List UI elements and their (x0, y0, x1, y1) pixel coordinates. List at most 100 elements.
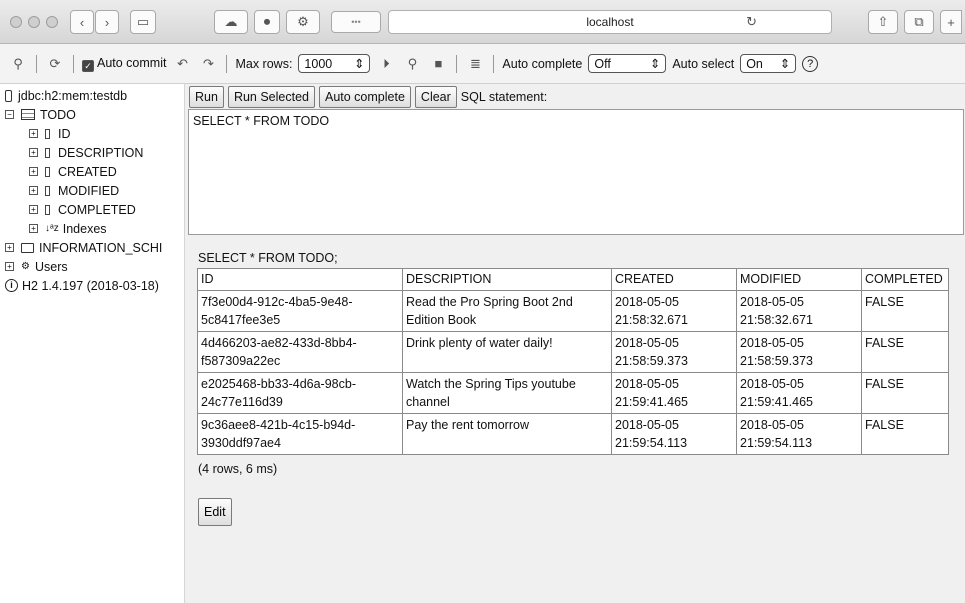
run-button[interactable]: Run (189, 86, 224, 108)
run-selected-icon[interactable]: ⚲ (402, 54, 422, 74)
sidebar-icon[interactable]: ▭ (130, 10, 156, 34)
cell-modified[interactable]: 2018-05-05 21:59:41.465 (736, 372, 862, 414)
refresh-icon[interactable]: ⟳ (45, 54, 65, 74)
collapse-icon[interactable]: − (5, 110, 14, 119)
max-rows-label: Max rows: (235, 56, 293, 71)
column-header-id[interactable]: ID (197, 268, 403, 291)
expand-icon[interactable]: + (29, 205, 38, 214)
users-icon: ⚙ (21, 261, 30, 272)
rollback-icon[interactable]: ↶ (172, 54, 192, 74)
column-icon (45, 166, 50, 177)
column-icon (45, 204, 50, 215)
forward-button[interactable]: › (95, 10, 119, 34)
stop-icon[interactable]: ■ (428, 54, 448, 74)
back-button[interactable]: ‹ (70, 10, 94, 34)
cell-completed[interactable]: FALSE (861, 413, 949, 455)
column-header-created[interactable]: CREATED (611, 268, 737, 291)
expand-icon[interactable]: + (29, 148, 38, 157)
version-label: H2 1.4.197 (2018-03-18) (22, 278, 159, 293)
more-icon[interactable]: ••• (331, 11, 381, 33)
cell-completed[interactable]: FALSE (861, 331, 949, 373)
db-url: jdbc:h2:mem:testdb (18, 88, 128, 103)
tree-table-todo[interactable]: − TODO (5, 105, 184, 124)
extension-icon[interactable]: ⚙ (286, 10, 320, 34)
minimize-window-icon[interactable] (28, 16, 40, 28)
info-icon: i (5, 279, 18, 292)
sql-editor[interactable]: SELECT * FROM TODO (188, 109, 964, 235)
toolbar-separator (493, 54, 495, 73)
table-row: 9c36aee8-421b-4c15-b94d-3930ddf97ae4 Pay… (197, 413, 949, 455)
cell-modified[interactable]: 2018-05-05 21:58:59.373 (736, 331, 862, 373)
column-header-completed[interactable]: COMPLETED (861, 268, 949, 291)
expand-icon[interactable]: + (5, 243, 14, 252)
reload-icon[interactable]: ↻ (746, 14, 757, 30)
cell-completed[interactable]: FALSE (861, 372, 949, 414)
auto-complete-select[interactable]: Off ⇕ (588, 54, 667, 73)
table-header-row: ID DESCRIPTION CREATED MODIFIED COMPLETE… (197, 268, 949, 291)
tree-column-completed[interactable]: + COMPLETED (5, 200, 184, 219)
commit-icon[interactable]: ↷ (198, 54, 218, 74)
checkbox-checked-icon[interactable]: ✓ (82, 59, 94, 72)
cell-id[interactable]: 7f3e00d4-912c-4ba5-9e48-5c8417fee3e5 (197, 290, 403, 332)
tree-indexes[interactable]: + ↓ᵃz Indexes (5, 219, 184, 238)
cell-modified[interactable]: 2018-05-05 21:58:32.671 (736, 290, 862, 332)
auto-complete-button[interactable]: Auto complete (319, 86, 411, 108)
tree-column-created[interactable]: + CREATED (5, 162, 184, 181)
tree-column-description[interactable]: + DESCRIPTION (5, 143, 184, 162)
tree-users[interactable]: + ⚙ Users (5, 257, 184, 276)
toolbar-separator (73, 54, 74, 73)
auto-commit-checkbox[interactable]: ✓ Auto commit (82, 56, 166, 72)
close-window-icon[interactable] (10, 16, 22, 28)
column-icon (45, 128, 50, 139)
disconnect-icon[interactable]: ⚲ (8, 54, 28, 74)
info-schema-label: INFORMATION_SCHI (39, 240, 163, 255)
cell-id[interactable]: e2025468-bb33-4d6a-98cb-24c77e116d39 (197, 372, 403, 414)
expand-icon[interactable]: + (29, 129, 38, 138)
run-icon[interactable]: ⏵ (376, 54, 396, 74)
cell-modified[interactable]: 2018-05-05 21:59:54.113 (736, 413, 862, 455)
address-bar[interactable]: ••• localhost ↻ (331, 10, 832, 34)
history-icon[interactable]: ≣ (465, 54, 485, 74)
tabs-icon[interactable]: ⧉ (904, 10, 934, 34)
cell-completed[interactable]: FALSE (861, 290, 949, 332)
zoom-window-icon[interactable] (46, 16, 58, 28)
cell-created[interactable]: 2018-05-05 21:59:41.465 (611, 372, 737, 414)
sort-az-icon: ↓ᵃz (45, 223, 59, 234)
edit-button[interactable]: Edit (198, 498, 232, 526)
column-name: DESCRIPTION (58, 145, 144, 160)
database-icon (5, 89, 12, 102)
tree-information-schema[interactable]: + INFORMATION_SCHI (5, 238, 184, 257)
column-header-description[interactable]: DESCRIPTION (402, 268, 612, 291)
max-rows-select[interactable]: 1000 ⇕ (298, 54, 371, 73)
share-icon[interactable]: ⇧ (868, 10, 898, 34)
clear-button[interactable]: Clear (414, 86, 457, 108)
cell-created[interactable]: 2018-05-05 21:58:59.373 (611, 331, 737, 373)
cell-created[interactable]: 2018-05-05 21:58:32.671 (611, 290, 737, 332)
cell-description[interactable]: Pay the rent tomorrow (402, 413, 612, 455)
browser-chrome: ‹ › ▭ ☁ ⏺ ⚙ ••• localhost ↻ ⇧ ⧉ + (0, 0, 965, 44)
cell-description[interactable]: Drink plenty of water daily! (402, 331, 612, 373)
cell-created[interactable]: 2018-05-05 21:59:54.113 (611, 413, 737, 455)
cell-description[interactable]: Watch the Spring Tips youtube channel (402, 372, 612, 414)
expand-icon[interactable]: + (29, 186, 38, 195)
tree-column-id[interactable]: + ID (5, 124, 184, 143)
tree-column-modified[interactable]: + MODIFIED (5, 181, 184, 200)
cell-id[interactable]: 4d466203-ae82-433d-8bb4-f587309a22ec (197, 331, 403, 373)
results-table: ID DESCRIPTION CREATED MODIFIED COMPLETE… (197, 268, 949, 455)
indexes-label: Indexes (62, 221, 107, 236)
expand-icon[interactable]: + (29, 224, 38, 233)
new-tab-icon[interactable]: + (940, 10, 962, 34)
column-icon (45, 185, 50, 196)
help-icon[interactable]: ? (802, 55, 819, 72)
run-selected-button[interactable]: Run Selected (227, 86, 315, 108)
expand-icon[interactable]: + (29, 167, 38, 176)
stop-icon[interactable]: ⏺ (254, 10, 280, 34)
cell-id[interactable]: 9c36aee8-421b-4c15-b94d-3930ddf97ae4 (197, 413, 403, 455)
cloud-icon[interactable]: ☁ (214, 10, 248, 34)
cell-description[interactable]: Read the Pro Spring Boot 2nd Edition Boo… (402, 290, 612, 332)
auto-select-select[interactable]: On ⇕ (740, 54, 797, 73)
tree-db-node[interactable]: jdbc:h2:mem:testdb (5, 86, 184, 105)
expand-icon[interactable]: + (5, 262, 14, 271)
table-name: TODO (40, 107, 76, 122)
column-header-modified[interactable]: MODIFIED (736, 268, 862, 291)
